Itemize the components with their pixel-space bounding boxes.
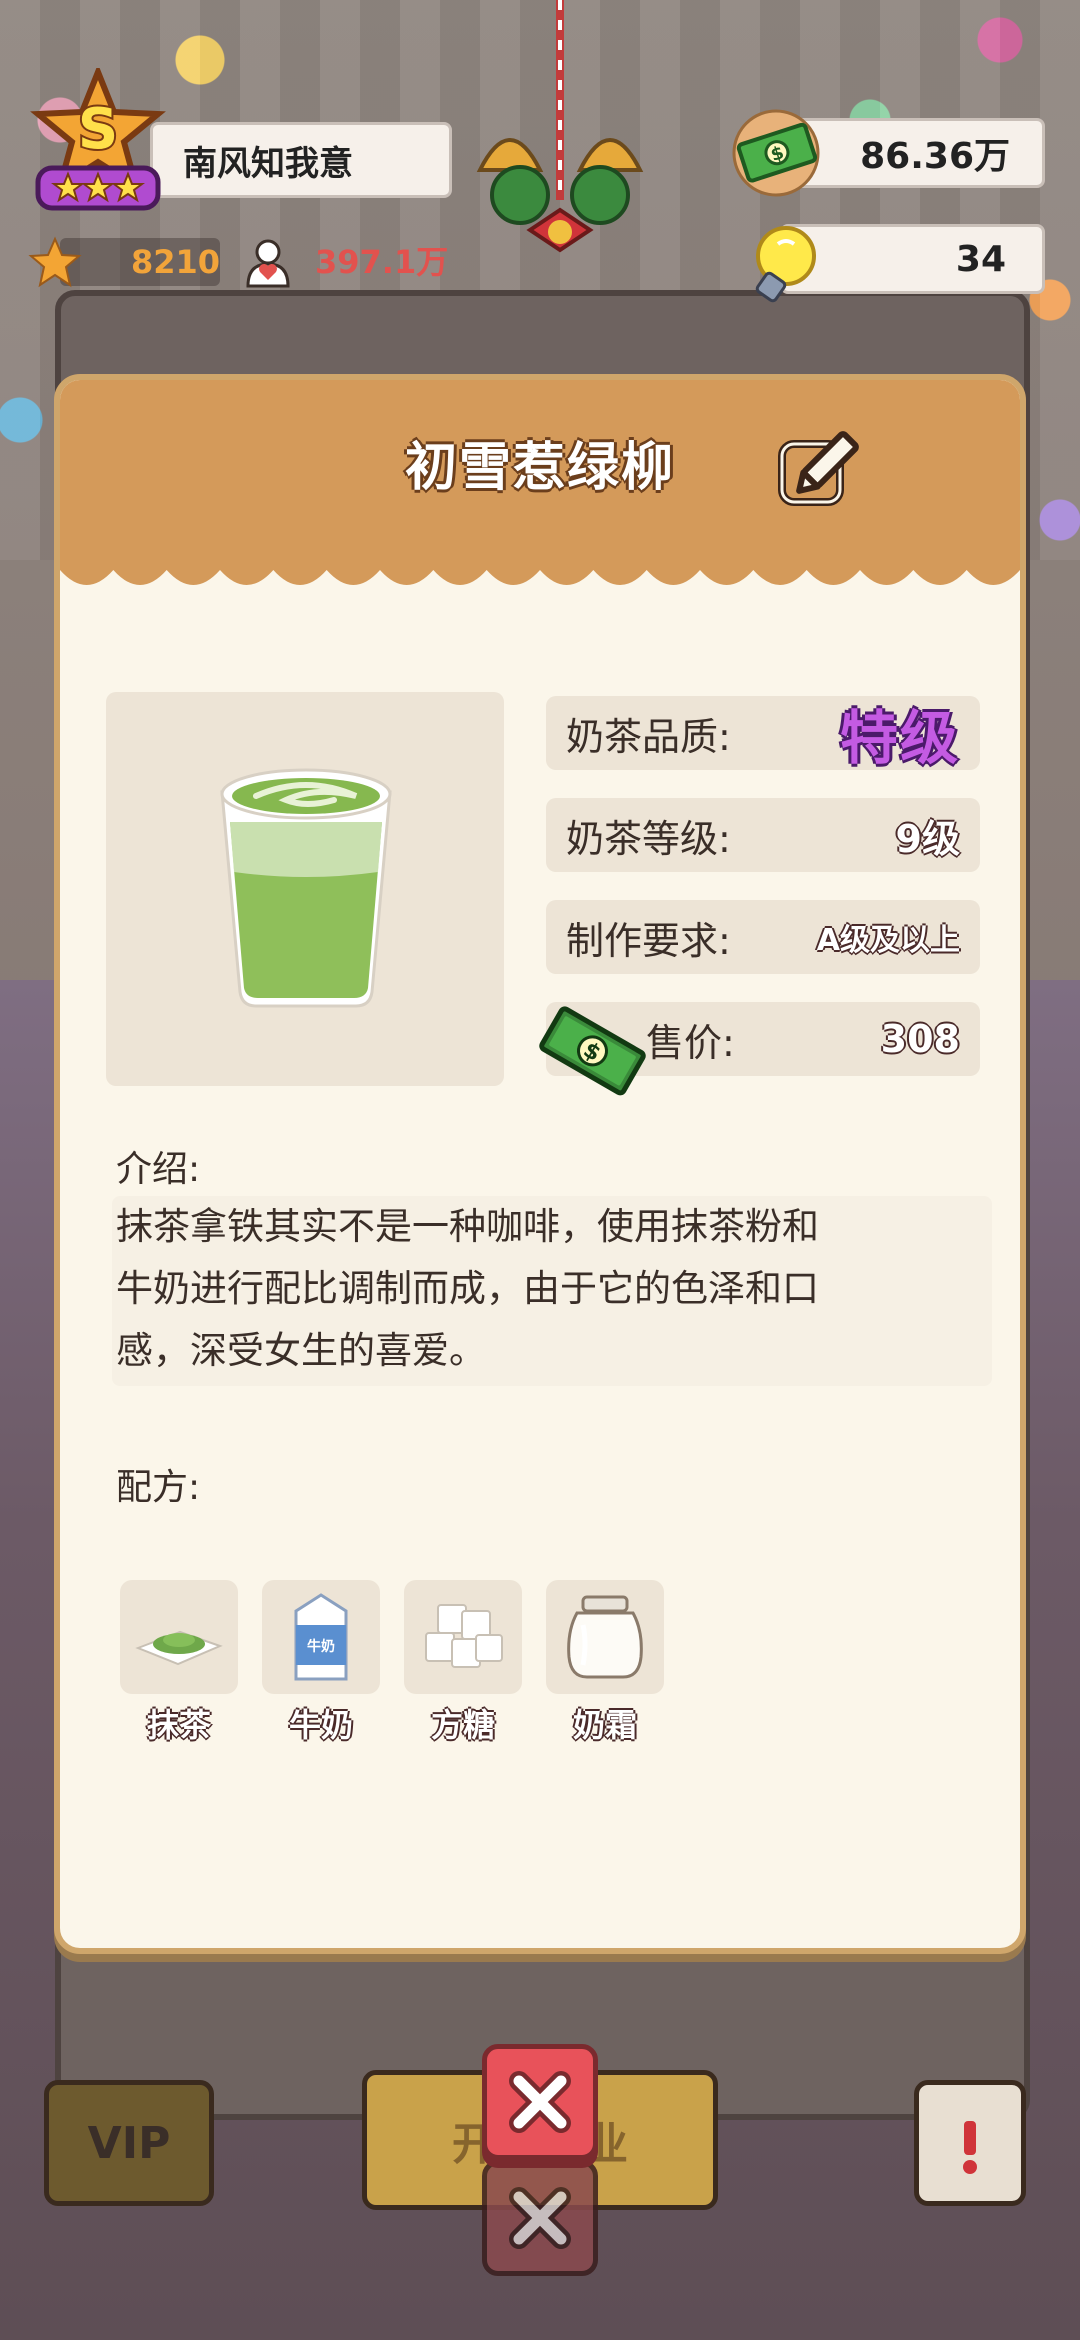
vip-label: VIP — [87, 2117, 171, 2169]
level-row: 奶茶等级: 9级 — [546, 798, 980, 872]
close-icon — [509, 2187, 571, 2249]
rank-badge-icon[interactable]: S — [28, 68, 168, 218]
close-dialog-button[interactable] — [482, 2044, 598, 2160]
ingredient-name: 方糖 — [430, 1706, 495, 1744]
ingredient-tile: 牛奶 — [262, 1580, 380, 1694]
requirement-value: A级及以上 — [816, 923, 960, 958]
ingredient-list: 抹茶 牛奶 牛奶 方糖 奶霜 — [120, 1580, 720, 1760]
quality-label: 奶茶品质: — [566, 714, 731, 759]
header-wave-decoration — [60, 530, 1020, 585]
notice-button — [914, 2080, 1026, 2206]
matcha-powder-icon — [135, 1630, 223, 1666]
close-icon — [509, 2071, 571, 2133]
fans-count: 397.1万 — [315, 243, 449, 281]
intro-text: 抹茶拿铁其实不是一种咖啡，使用抹茶粉和 牛奶进行配比调制而成，由于它的色泽和口 … — [112, 1196, 992, 1386]
player-name-box[interactable]: 南风知我意 — [150, 122, 452, 198]
carton-label: 牛奶 — [307, 1638, 335, 1655]
ingredient-sugar[interactable]: 方糖 — [404, 1580, 522, 1750]
fans-icon — [246, 239, 290, 288]
ingredient-milk[interactable]: 牛奶 牛奶 — [262, 1580, 380, 1750]
level-label: 奶茶等级: — [566, 816, 731, 861]
drink-detail-dialog: 初雪惹绿柳 奶茶品质: 特级 奶茶等级: 9级 制作要求: A级及以上 售价: … — [54, 374, 1026, 1954]
ideas-count: 34 — [955, 238, 1006, 280]
ingredient-tile — [404, 1580, 522, 1694]
ingredient-name: 奶霜 — [572, 1706, 637, 1744]
cream-jar-icon — [567, 1595, 643, 1679]
intro-line: 感，深受女生的喜爱。 — [116, 1329, 486, 1372]
cash-icon: $ — [732, 109, 820, 197]
milk-carton-icon: 牛奶 — [294, 1593, 348, 1681]
matcha-latte-cup-icon — [220, 768, 392, 1008]
price-value: 308 — [880, 1017, 960, 1061]
requirement-row: 制作要求: A级及以上 — [546, 900, 980, 974]
star-icon — [28, 236, 82, 288]
ingredient-name: 抹茶 — [146, 1706, 211, 1744]
intro-line: 抹茶拿铁其实不是一种咖啡，使用抹茶粉和 — [116, 1205, 819, 1248]
player-name: 南风知我意 — [183, 143, 353, 184]
ingredient-tile — [546, 1580, 664, 1694]
stars-count: 8210 — [130, 243, 220, 281]
level-value: 9级 — [895, 816, 960, 861]
christmas-bells-icon — [476, 0, 644, 253]
edit-name-icon[interactable] — [772, 424, 864, 516]
ingredient-matcha[interactable]: 抹茶 — [120, 1580, 238, 1750]
ingredient-tile — [120, 1580, 238, 1694]
rank-letter: S — [78, 97, 118, 162]
quality-value: 特级 — [839, 704, 960, 772]
lightbulb-icon — [755, 226, 816, 303]
vip-button: VIP — [44, 2080, 214, 2206]
price-label: 售价: — [646, 1020, 735, 1065]
ingredient-name: 牛奶 — [288, 1706, 353, 1744]
background-close-button — [482, 2160, 598, 2276]
ingredient-cream[interactable]: 奶霜 — [546, 1580, 664, 1750]
drink-title: 初雪惹绿柳 — [404, 438, 675, 498]
intro-line: 牛奶进行配比调制而成，由于它的色泽和口 — [116, 1267, 819, 1310]
quality-row: 奶茶品质: 特级 — [546, 696, 980, 772]
sugar-cubes-icon — [425, 1604, 503, 1668]
money-amount: 86.36万 — [860, 136, 1010, 177]
cash-icon: $ — [539, 1006, 646, 1096]
recipe-label: 配方: — [116, 1467, 201, 1508]
drink-image-frame — [106, 692, 504, 1086]
requirement-label: 制作要求: — [566, 918, 731, 963]
intro-label: 介绍: — [116, 1149, 201, 1190]
exclamation-icon — [963, 2121, 977, 2174]
